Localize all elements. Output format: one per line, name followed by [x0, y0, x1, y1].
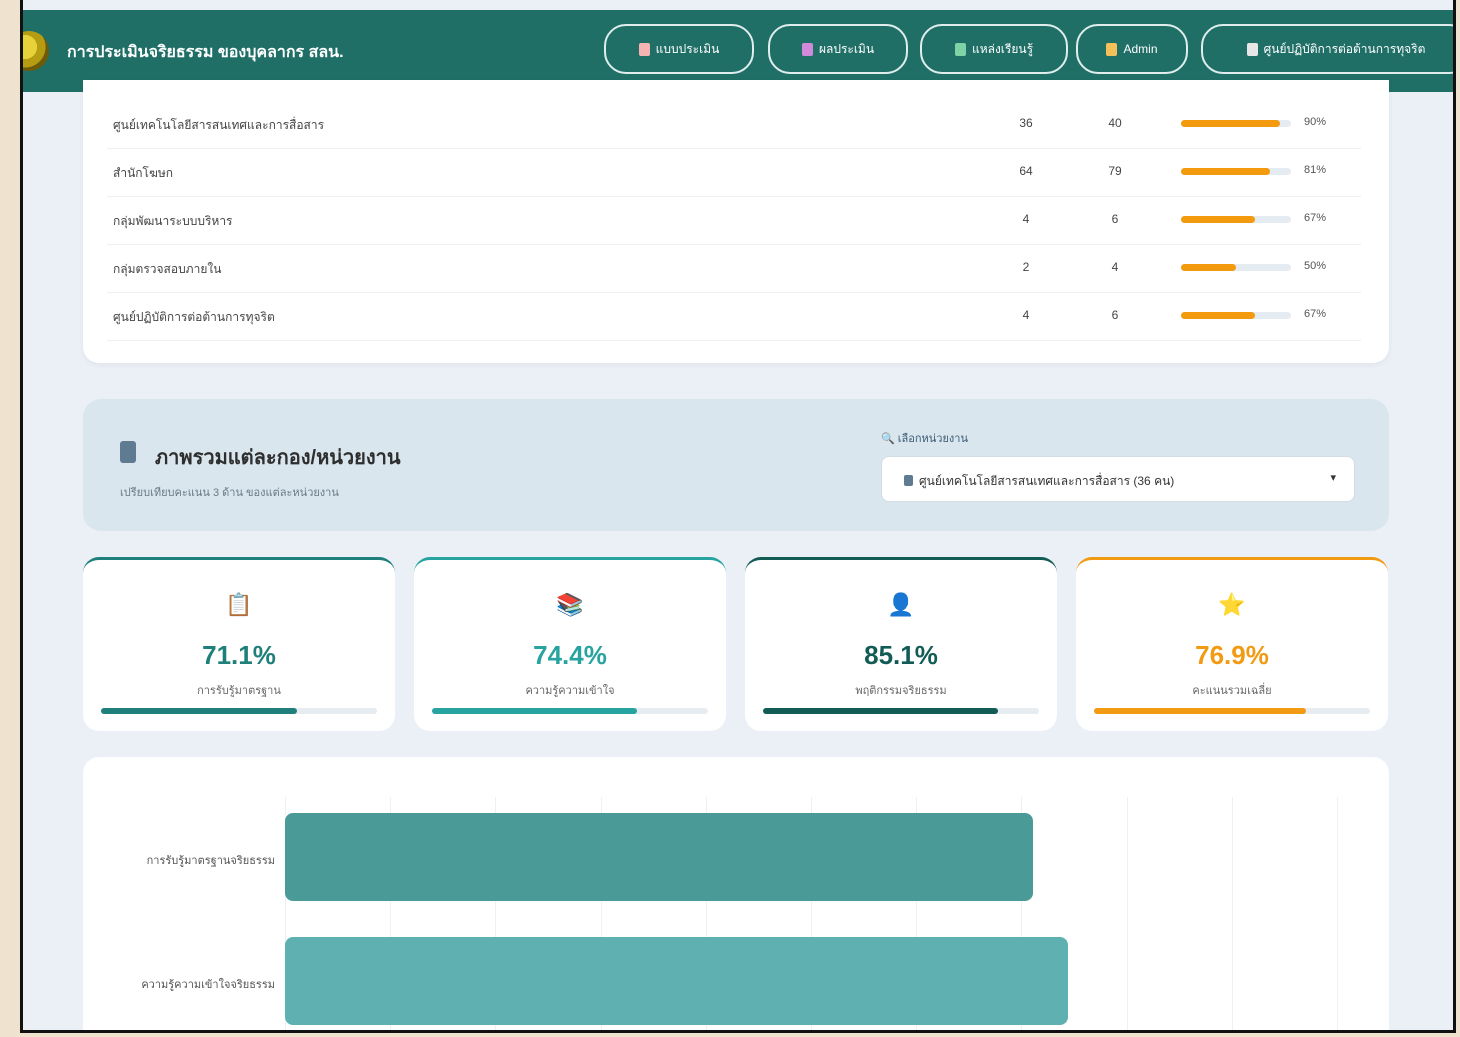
- department-name: สำนักโฆษก: [113, 166, 174, 180]
- stat-label: ความรู้ความเข้าใจ: [525, 685, 615, 697]
- chart-icon: [801, 42, 813, 56]
- stat-value: 85.1%: [864, 640, 938, 670]
- table-row: สำนักโฆษก 64 79 81%: [107, 148, 1361, 197]
- stat-value: 71.1%: [202, 640, 276, 670]
- total-count: 6: [1111, 212, 1119, 226]
- total-count: 79: [1108, 164, 1122, 178]
- department-name: กลุ่มพัฒนาระบบบริหาร: [113, 214, 233, 228]
- stat-progress: [763, 708, 1039, 714]
- section-title: ภาพรวมแต่ละกอง/หน่วยงาน: [155, 447, 401, 469]
- nav-button-results[interactable]: ผลประเมิน: [768, 24, 908, 74]
- chart-gridline: [1126, 797, 1128, 1030]
- stat-label: พฤติกรรมจริยธรรม: [855, 685, 947, 697]
- stat-card: ⭐ 76.9% คะแนนรวมเฉลี่ย: [1076, 557, 1388, 731]
- star-icon: ⭐: [1218, 592, 1246, 617]
- total-count: 4: [1111, 260, 1119, 274]
- respondents-count: 4: [1022, 308, 1030, 322]
- nav-label: ผลประเมิน: [818, 41, 875, 56]
- nav-button-admin[interactable]: Admin: [1076, 24, 1188, 74]
- total-count: 6: [1111, 308, 1119, 322]
- table-row: ศูนย์ปฏิบัติการต่อต้านการทุจริต 4 6 67%: [107, 292, 1361, 341]
- nav-label: ศูนย์ปฏิบัติการต่อต้านการทุจริต: [1263, 41, 1426, 56]
- select-value: ศูนย์เทคโนโลยีสารสนเทศและการสื่อสาร (36 …: [904, 472, 1174, 491]
- department-name: ศูนย์เทคโนโลยีสารสนเทศและการสื่อสาร: [113, 118, 325, 132]
- nav-button-assessment[interactable]: แบบประเมิน: [604, 24, 754, 74]
- chart-category-label: การรับรู้มาตรฐานจริยธรรม: [146, 855, 275, 867]
- stat-label: คะแนนรวมเฉลี่ย: [1192, 685, 1272, 697]
- department-table: ศูนย์เทคโนโลยีสารสนเทศและการสื่อสาร 36 4…: [83, 80, 1389, 363]
- section-subtitle: เปรียบเทียบคะแนน 3 ด้าน ของแต่ละหน่วยงาน: [120, 487, 339, 499]
- scores-bar-chart: การรับรู้มาตรฐานจริยธรรมความรู้ความเข้าใ…: [83, 757, 1389, 1030]
- search-icon: 🔍: [881, 433, 895, 445]
- app-title: การประเมินจริยธรรม ของบุคลากร สลน.: [67, 44, 344, 61]
- department-select[interactable]: ศูนย์เทคโนโลยีสารสนเทศและการสื่อสาร (36 …: [881, 456, 1355, 502]
- department-name: ศูนย์ปฏิบัติการต่อต้านการทุจริต: [113, 310, 275, 324]
- clipboard-icon: [120, 441, 136, 463]
- respondents-count: 64: [1019, 164, 1033, 178]
- progress-bar: [1181, 264, 1291, 271]
- chart-bar: [285, 813, 1033, 901]
- chevron-down-icon: ▾: [1330, 472, 1336, 484]
- chart-gridline: [1231, 797, 1233, 1030]
- progress-bar: [1181, 216, 1291, 223]
- stat-progress: [1094, 708, 1370, 714]
- nav-button-learning[interactable]: แหล่งเรียนรู้: [920, 24, 1068, 74]
- building-icon: [1246, 42, 1258, 56]
- person-icon: 👤: [887, 592, 915, 617]
- progress-percent: 50%: [1304, 260, 1327, 272]
- department-name: กลุ่มตรวจสอบภายใน: [113, 262, 222, 276]
- stat-label: การรับรู้มาตรฐาน: [197, 685, 281, 697]
- chart-category-label: ความรู้ความเข้าใจจริยธรรม: [141, 979, 275, 991]
- document-icon: [904, 475, 913, 486]
- books-icon: [954, 42, 966, 56]
- stat-card: 📚 74.4% ความรู้ความเข้าใจ: [414, 557, 726, 731]
- overview-panel: ภาพรวมแต่ละกอง/หน่วยงาน เปรียบเทียบคะแนน…: [83, 399, 1389, 531]
- stat-value: 74.4%: [533, 640, 607, 670]
- select-label: 🔍 เลือกหน่วยงาน: [881, 433, 968, 445]
- logo-icon: [23, 31, 49, 71]
- respondents-count: 4: [1022, 212, 1030, 226]
- progress-bar: [1181, 312, 1291, 319]
- nav-label: แหล่งเรียนรู้: [971, 41, 1034, 56]
- respondents-count: 2: [1022, 260, 1030, 274]
- progress-bar: [1181, 168, 1291, 175]
- stat-progress: [432, 708, 708, 714]
- chart-bar: [285, 937, 1068, 1025]
- progress-bar: [1181, 120, 1291, 127]
- nav-label: Admin: [1123, 42, 1158, 56]
- table-row: ศูนย์เทคโนโลยีสารสนเทศและการสื่อสาร 36 4…: [107, 100, 1361, 149]
- document-icon: [638, 42, 650, 56]
- clipboard-icon: 📋: [225, 592, 253, 617]
- total-count: 40: [1108, 116, 1122, 130]
- progress-percent: 81%: [1304, 164, 1327, 176]
- stat-card: 📋 71.1% การรับรู้มาตรฐาน: [83, 557, 395, 731]
- lock-icon: [1106, 42, 1118, 56]
- progress-percent: 67%: [1304, 212, 1327, 224]
- table-row: กลุ่มตรวจสอบภายใน 2 4 50%: [107, 244, 1361, 293]
- nav-button-anti-corruption[interactable]: ศูนย์ปฏิบัติการต่อต้านการทุจริต: [1201, 24, 1453, 74]
- table-row: กลุ่มพัฒนาระบบบริหาร 4 6 67%: [107, 196, 1361, 245]
- app-window: การประเมินจริยธรรม ของบุคลากร สลน. แบบปร…: [20, 0, 1456, 1033]
- stat-value: 76.9%: [1195, 640, 1269, 670]
- respondents-count: 36: [1019, 116, 1033, 130]
- nav-label: แบบประเมิน: [655, 41, 720, 56]
- chart-gridline: [1337, 797, 1338, 1030]
- progress-percent: 67%: [1304, 308, 1327, 320]
- books-icon: 📚: [556, 592, 584, 617]
- stat-progress: [101, 708, 377, 714]
- progress-percent: 90%: [1304, 116, 1327, 128]
- stat-card: 👤 85.1% พฤติกรรมจริยธรรม: [745, 557, 1057, 731]
